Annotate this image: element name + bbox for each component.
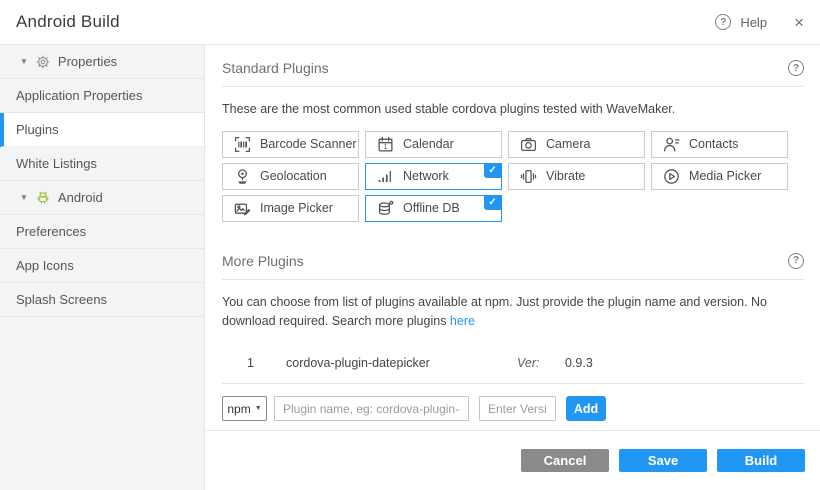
plugin-media-picker[interactable]: Media Picker [651,163,788,190]
checked-badge: ✓ [484,164,501,178]
plugin-version-input[interactable] [479,396,556,421]
plugin-image-picker[interactable]: Image Picker [222,195,359,222]
plugin-vibrate[interactable]: Vibrate [508,163,645,190]
section-title: Standard Plugins [222,60,329,76]
page-title: Android Build [16,12,120,32]
added-plugin-row: 1 cordova-plugin-datepicker Ver: 0.9.3 [222,342,804,384]
plugin-label: Camera [546,137,590,151]
plugin-label: Network [403,169,449,183]
plugin-label: Geolocation [260,169,327,183]
offline-db-icon [377,200,394,217]
sidebar-item-plugins[interactable]: Plugins [0,113,204,147]
plugin-label: Calendar [403,137,454,151]
main-panel: Standard Plugins ? These are the most co… [206,45,820,490]
sidebar-item-label: Application Properties [16,88,142,103]
sidebar-item-preferences[interactable]: Preferences [0,215,204,249]
plugin-label: Media Picker [689,169,761,183]
sidebar-item-label: App Icons [16,258,74,273]
close-icon[interactable]: × [794,14,804,31]
standard-plugins-description: These are the most common used stable co… [222,100,804,119]
add-plugin-form: npm ▼ Add [222,396,804,421]
sidebar-item-application-properties[interactable]: Application Properties [0,79,204,113]
plugin-barcode-scanner[interactable]: Barcode Scanner [222,131,359,158]
plugin-calendar[interactable]: 1 Calendar [365,131,502,158]
plugin-label: Barcode Scanner [260,137,357,151]
header-actions: ? Help × [715,14,804,31]
select-caret-icon: ▼ [255,405,262,412]
plugin-row-version: 0.9.3 [565,356,593,370]
sidebar-item-label: Properties [58,54,117,69]
help-button[interactable]: Help [740,15,767,30]
sidebar-item-label: Preferences [16,224,86,239]
plugin-row-index: 1 [247,356,286,370]
gear-icon [36,55,50,69]
contacts-icon [663,136,680,153]
cancel-button[interactable]: Cancel [521,449,609,472]
camera-icon [520,136,537,153]
plugin-camera[interactable]: Camera [508,131,645,158]
chevron-down-icon: ▼ [20,193,28,202]
section-help-icon[interactable]: ? [788,253,804,269]
plugin-geolocation[interactable]: Geolocation [222,163,359,190]
sidebar-group-properties[interactable]: ▼ Properties [0,45,204,79]
vibrate-icon [520,168,537,185]
registry-select[interactable]: npm ▼ [222,396,267,421]
sidebar-item-label: Android [58,190,103,205]
checked-badge: ✓ [484,196,501,210]
sidebar-item-splash-screens[interactable]: Splash Screens [0,283,204,317]
plugin-offline-db[interactable]: Offline DB ✓ [365,195,502,222]
svg-text:1: 1 [384,144,388,151]
section-title: More Plugins [222,253,304,269]
sidebar-item-label: White Listings [16,156,97,171]
plugin-row-name: cordova-plugin-datepicker [286,356,517,370]
android-build-dialog: Android Build ? Help × ▼ Properties Appl… [0,0,820,490]
sidebar-group-android[interactable]: ▼ Android [0,181,204,215]
network-icon [377,168,394,185]
more-plugins-description: You can choose from list of plugins avai… [222,293,804,331]
chevron-down-icon: ▼ [20,57,28,66]
android-robot-icon [36,191,50,205]
save-button[interactable]: Save [619,449,707,472]
calendar-icon: 1 [377,136,394,153]
geolocation-icon [234,168,251,185]
plugin-label: Image Picker [260,201,333,215]
plugin-network[interactable]: Network ✓ [365,163,502,190]
plugin-label: Vibrate [546,169,585,183]
plugin-label: Contacts [689,137,738,151]
sidebar: ▼ Properties Application Properties Plug… [0,45,205,490]
sidebar-item-label: Plugins [16,122,59,137]
plugin-name-input[interactable] [274,396,469,421]
description-text: You can choose from list of plugins avai… [222,295,767,328]
media-picker-icon [663,168,680,185]
more-plugins-header: More Plugins ? [222,238,804,280]
sidebar-item-label: Splash Screens [16,292,107,307]
plugin-contacts[interactable]: Contacts [651,131,788,158]
sidebar-item-white-listings[interactable]: White Listings [0,147,204,181]
standard-plugins-header: Standard Plugins ? [222,45,804,87]
help-icon[interactable]: ? [715,14,731,30]
sidebar-item-app-icons[interactable]: App Icons [0,249,204,283]
section-help-icon[interactable]: ? [788,60,804,76]
add-button[interactable]: Add [566,396,606,421]
dialog-footer: Cancel Save Build [206,430,820,490]
standard-plugins-grid: Barcode Scanner 1 Calendar [222,131,804,222]
plugin-row-ver-label: Ver: [517,356,565,370]
dialog-header: Android Build ? Help × [0,0,820,45]
image-picker-icon [234,200,251,217]
build-button[interactable]: Build [717,449,805,472]
registry-select-value: npm [227,402,250,416]
search-plugins-link[interactable]: here [450,314,475,328]
plugin-label: Offline DB [403,201,460,215]
barcode-scanner-icon [234,136,251,153]
